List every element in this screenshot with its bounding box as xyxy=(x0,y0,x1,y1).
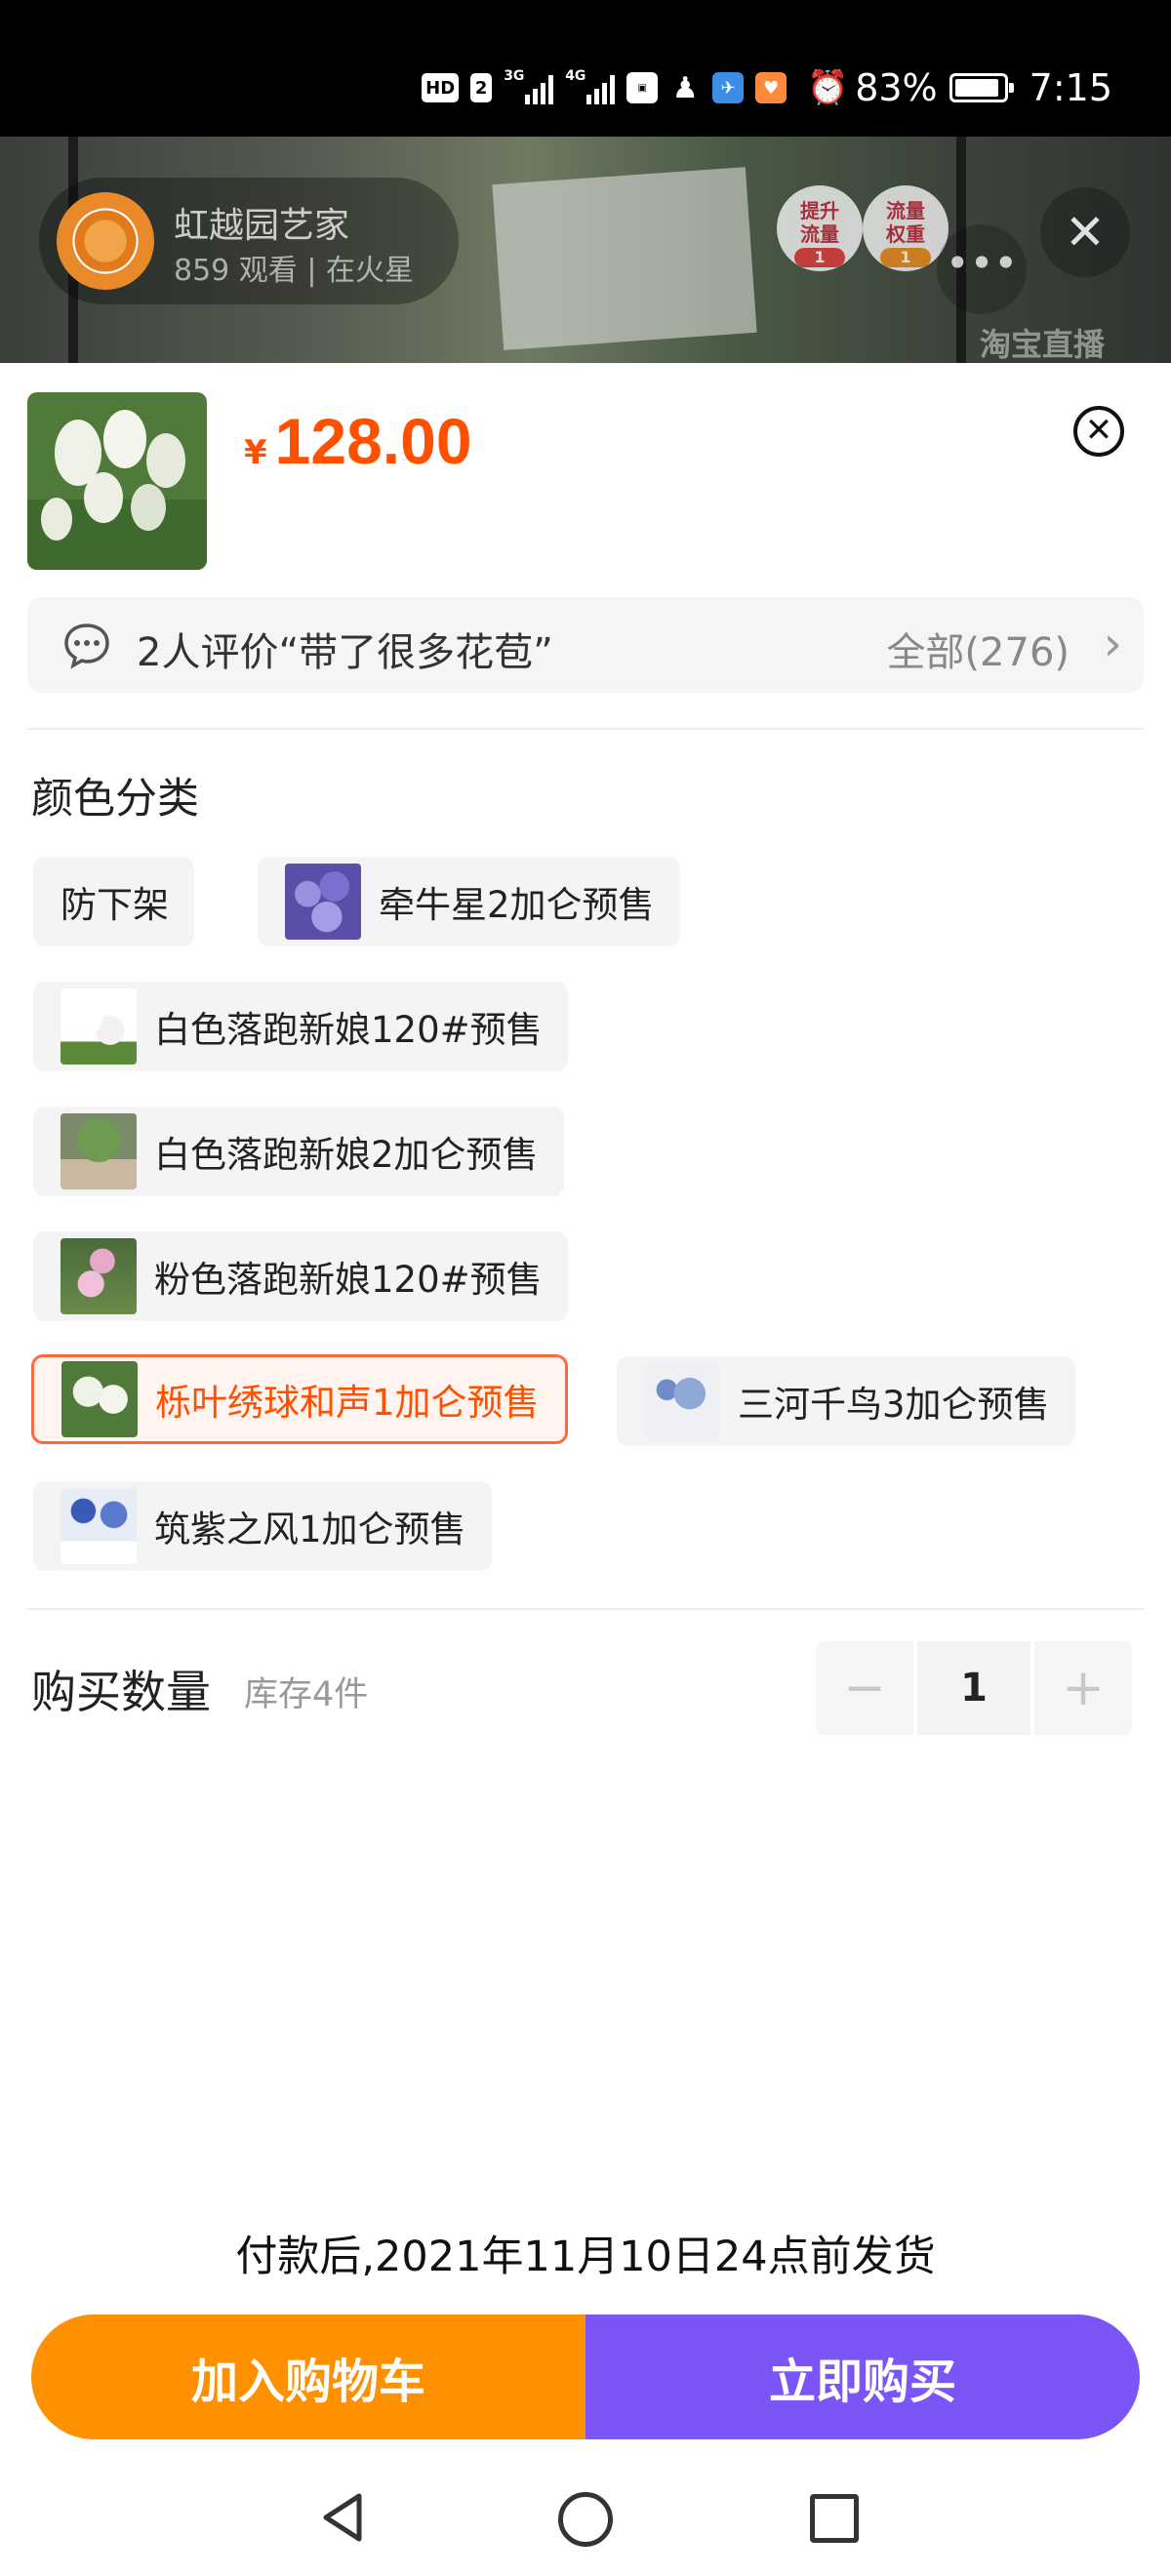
product-thumbnail[interactable] xyxy=(27,392,207,570)
quantity-label: 购买数量 xyxy=(31,1666,211,1718)
variant-option-selected[interactable]: 栎叶绣球和声1加仑预售 xyxy=(31,1354,568,1444)
signal-4g-icon: 4G xyxy=(565,69,616,104)
alarm-icon: ⏰ xyxy=(807,68,849,107)
host-name: 虹越园艺家 xyxy=(174,206,350,246)
host-avatar[interactable] xyxy=(57,192,154,290)
variant-option[interactable]: 白色落跑新娘120#预售 xyxy=(33,982,568,1071)
variant-thumbnail xyxy=(285,864,361,940)
huawei-app-icon: ▣ xyxy=(626,72,659,103)
traffic-weight-badge[interactable]: 流量权重 1 xyxy=(863,185,949,271)
taobao-live-watermark: 淘宝直播 xyxy=(979,326,1105,363)
more-options-icon[interactable]: ••• xyxy=(937,224,1027,314)
chat-bubble-icon xyxy=(64,624,109,669)
battery-icon xyxy=(949,73,1014,102)
variant-option[interactable]: 粉色落跑新娘120#预售 xyxy=(33,1231,568,1321)
system-navigation-bar xyxy=(0,2459,1171,2576)
heart-app-icon: ♥ xyxy=(755,72,787,103)
review-snippet: 2人评价“带了很多花苞” xyxy=(137,630,553,675)
variant-option[interactable]: 三河千鸟3加仑预售 xyxy=(617,1356,1075,1446)
stock-count: 库存4件 xyxy=(244,1675,369,1714)
variant-option[interactable]: 白色落跑新娘2加仑预售 xyxy=(33,1107,564,1196)
currency-symbol: ¥ xyxy=(244,433,267,472)
chevron-right-icon[interactable]: › xyxy=(1104,619,1122,669)
decrease-quantity-button[interactable]: − xyxy=(816,1641,913,1735)
recent-apps-square-icon[interactable] xyxy=(810,2494,859,2543)
status-bar: HD 2 3G 4G ▣ ♟ ✈ ♥ ⏰ 83% 7:15 xyxy=(0,0,1171,137)
back-triangle-icon[interactable] xyxy=(314,2488,373,2547)
variant-option[interactable]: 防下架 xyxy=(33,857,194,946)
sku-selection-sheet: ¥ 128.00 ✕ 2人评价“带了很多花苞” 全部(276) › 颜色分类 防… xyxy=(0,363,1171,2576)
add-to-cart-button[interactable]: 加入购物车 xyxy=(31,2314,586,2439)
variant-thumbnail xyxy=(644,1363,720,1439)
quantity-value[interactable]: 1 xyxy=(917,1641,1030,1735)
sim2-icon: 2 xyxy=(470,73,493,102)
increase-quantity-button[interactable]: + xyxy=(1034,1641,1132,1735)
host-viewers: 859 观看 | 在火星 xyxy=(174,254,414,288)
host-info[interactable]: 虹越园艺家 859 观看 | 在火星 xyxy=(39,178,459,304)
variant-thumbnail xyxy=(61,1488,137,1564)
variant-option[interactable]: 牵牛星2加仑预售 xyxy=(258,857,680,946)
shipping-note: 付款后,2021年11月10日24点前发货 xyxy=(235,2233,936,2281)
variant-thumbnail xyxy=(61,1113,137,1189)
variant-thumbnail xyxy=(61,988,137,1065)
boost-traffic-badge[interactable]: 提升流量 1 xyxy=(777,185,863,271)
product-price: ¥ 128.00 xyxy=(244,404,472,478)
battery-percent: 83% xyxy=(855,66,938,109)
close-sheet-icon[interactable]: ✕ xyxy=(1073,406,1124,457)
price-value: 128.00 xyxy=(274,405,472,477)
variant-thumbnail xyxy=(61,1361,138,1437)
review-all-link[interactable]: 全部(276) xyxy=(886,621,1070,677)
background-window xyxy=(492,167,757,350)
action-buttons: 加入购物车 立即购买 xyxy=(31,2314,1140,2439)
travel-app-icon: ✈ xyxy=(712,72,745,103)
qq-icon: ♟ xyxy=(671,70,699,105)
buy-now-button[interactable]: 立即购买 xyxy=(586,2314,1140,2439)
live-close-icon[interactable]: ✕ xyxy=(1040,187,1130,277)
signal-3g-icon: 3G xyxy=(504,69,554,104)
divider xyxy=(27,728,1144,730)
clock: 7:15 xyxy=(1029,66,1112,109)
review-summary-bar[interactable]: 2人评价“带了很多花苞” 全部(276) › xyxy=(27,597,1144,693)
variant-thumbnail xyxy=(61,1238,137,1314)
home-circle-icon[interactable] xyxy=(558,2492,613,2547)
live-stream-background: 虹越园艺家 859 观看 | 在火星 提升流量 1 流量权重 1 ••• ✕ 淘… xyxy=(0,137,1171,363)
hd-icon: HD xyxy=(422,73,460,102)
divider xyxy=(27,1608,1144,1610)
quantity-stepper: − 1 + xyxy=(816,1641,1132,1735)
variant-option[interactable]: 筑紫之风1加仑预售 xyxy=(33,1481,492,1571)
color-category-title: 颜色分类 xyxy=(31,775,199,824)
status-icons: HD 2 3G 4G ▣ ♟ ✈ ♥ ⏰ 83% 7:15 xyxy=(422,60,1112,115)
